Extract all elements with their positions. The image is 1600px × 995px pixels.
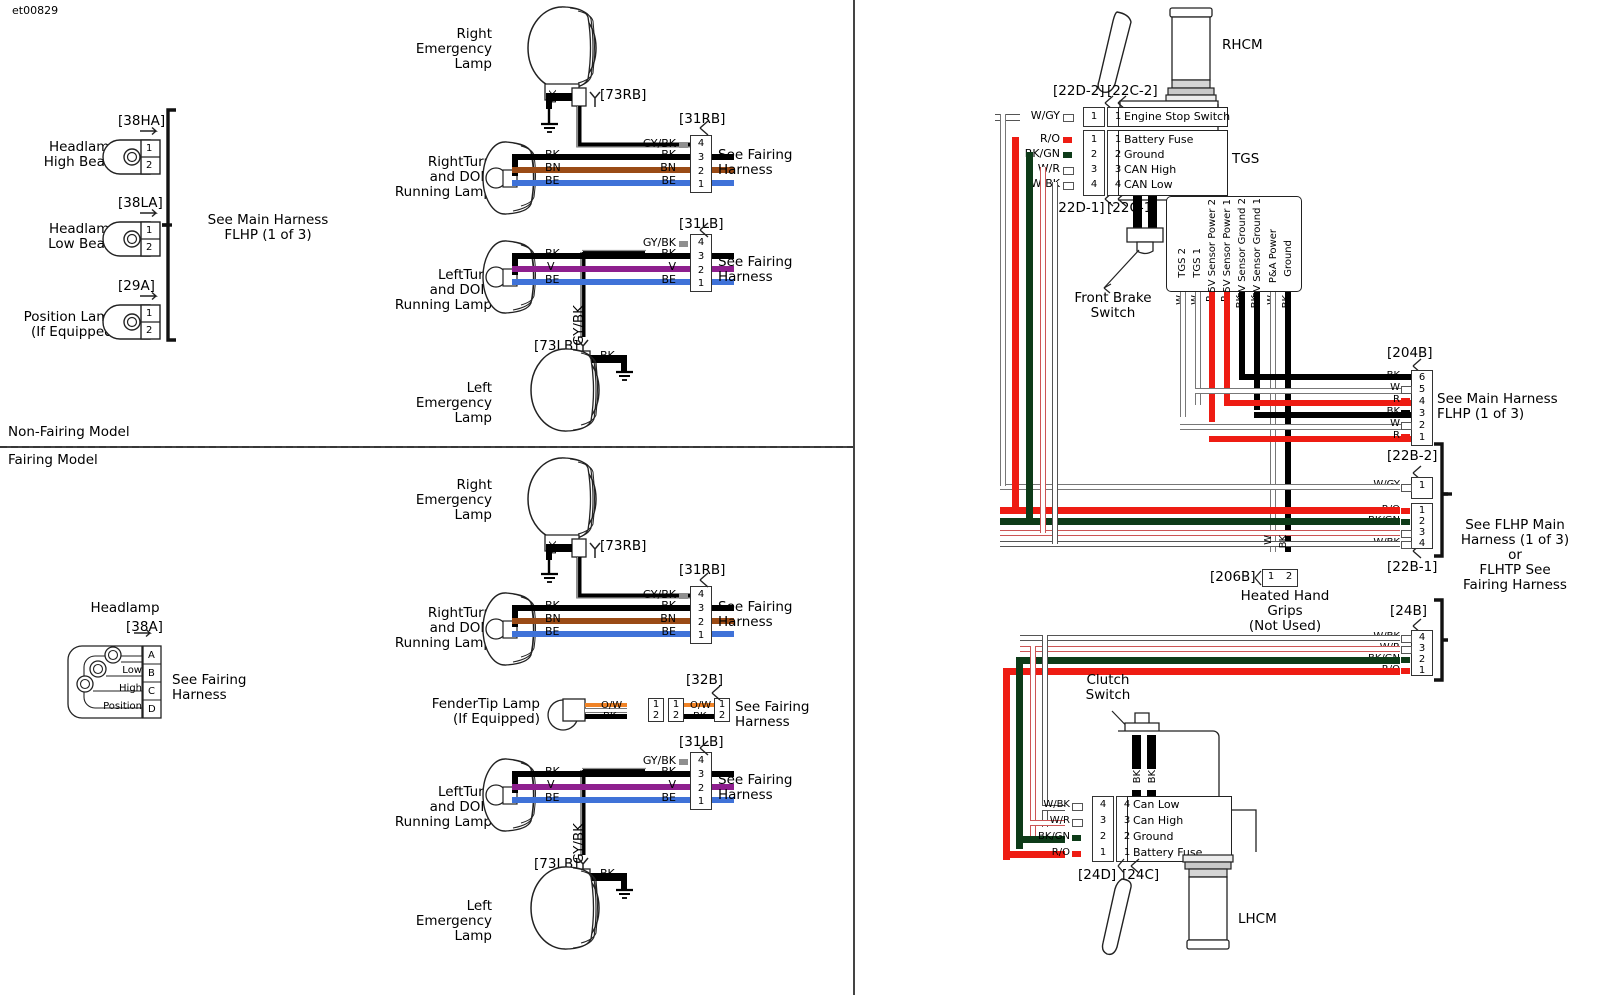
lhcm-label: LHCM <box>1238 911 1277 927</box>
lhcm-assembly <box>1101 809 1257 956</box>
wiring-diagram-page: et00829 Headlamp High Beam [38HA] 1 2 He… <box>0 0 1600 995</box>
